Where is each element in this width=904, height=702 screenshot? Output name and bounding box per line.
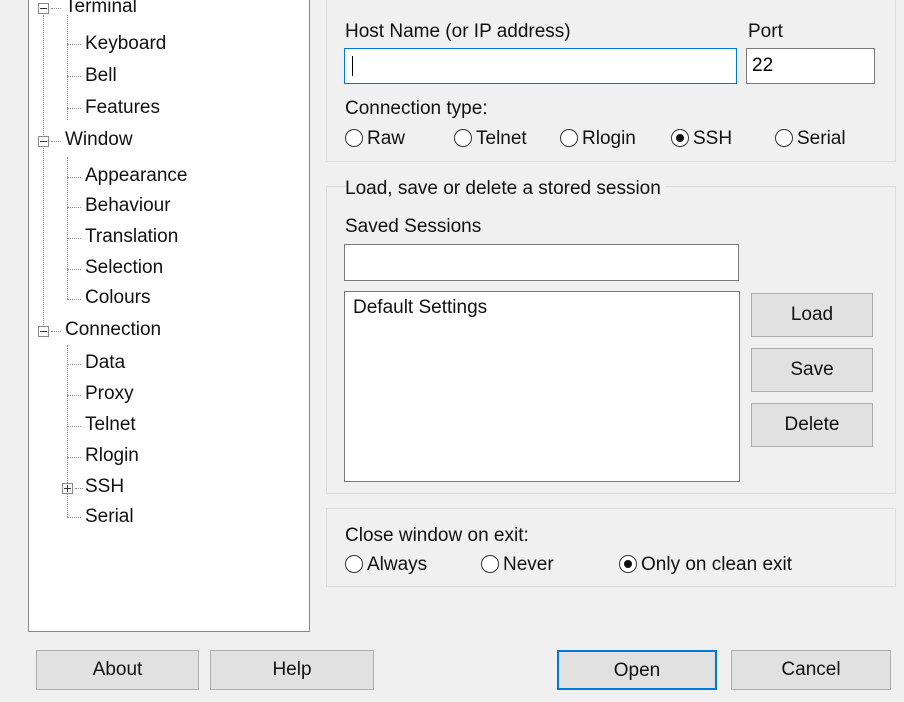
tree-item-behaviour[interactable]: Behaviour (85, 195, 171, 217)
radio-icon (345, 129, 363, 147)
tree-item-ssh[interactable]: SSH (85, 476, 124, 498)
tree-item-appearance[interactable]: Appearance (85, 165, 187, 187)
radio-icon (481, 555, 499, 573)
tree-item-keyboard[interactable]: Keyboard (85, 33, 166, 55)
radio-icon (775, 129, 793, 147)
tree-item-translation[interactable]: Translation (85, 226, 178, 248)
about-button[interactable]: About (36, 650, 199, 690)
load-button[interactable]: Load (751, 293, 873, 337)
tree-guide-root (43, 15, 44, 337)
radio-icon (454, 129, 472, 147)
saved-sessions-label: Saved Sessions (345, 216, 482, 237)
list-item[interactable]: Default Settings (345, 292, 739, 324)
tree-connector (67, 108, 81, 109)
tree-item-data[interactable]: Data (85, 352, 125, 374)
close-only-clean-label: Only on clean exit (641, 554, 793, 575)
collapse-icon[interactable] (38, 136, 49, 147)
close-always-label: Always (367, 554, 428, 575)
radio-checked-icon (619, 555, 637, 573)
tree-connector (67, 457, 81, 458)
tree-connector (67, 395, 81, 396)
tree-item-connection[interactable]: Connection (65, 319, 161, 341)
tree-connector (67, 426, 81, 427)
tree-connector (67, 207, 81, 208)
tree-item-serial[interactable]: Serial (85, 506, 134, 528)
saved-sessions-input[interactable] (344, 244, 739, 281)
tree-item-window[interactable]: Window (65, 129, 133, 151)
tree-connector (67, 177, 81, 178)
cancel-button[interactable]: Cancel (731, 650, 891, 690)
conn-type-telnet-label: Telnet (476, 128, 527, 149)
sessions-group-label: Load, save or delete a stored session (345, 178, 665, 200)
delete-button[interactable]: Delete (751, 403, 873, 447)
close-never-label: Never (503, 554, 554, 575)
conn-type-rlogin-label: Rlogin (582, 128, 636, 149)
collapse-icon[interactable] (38, 3, 49, 14)
tree-item-rlogin[interactable]: Rlogin (85, 445, 139, 467)
tree-item-colours[interactable]: Colours (85, 287, 150, 309)
close-on-exit-label: Close window on exit: (345, 525, 529, 546)
text-caret (352, 56, 353, 76)
sessions-list[interactable]: Default Settings (344, 291, 740, 482)
tree-connector (51, 141, 61, 142)
collapse-icon[interactable] (38, 326, 49, 337)
port-input[interactable] (746, 48, 875, 84)
help-button[interactable]: Help (210, 650, 374, 690)
radio-icon (345, 555, 363, 573)
connection-type-label: Connection type: (345, 98, 488, 119)
radio-icon (560, 129, 578, 147)
conn-type-serial-label: Serial (797, 128, 846, 149)
tree-item-telnet[interactable]: Telnet (85, 414, 136, 436)
tree-connector (67, 299, 81, 300)
expand-icon[interactable] (62, 483, 73, 494)
tree-connector (67, 44, 81, 45)
port-label: Port (748, 21, 783, 42)
host-name-label: Host Name (or IP address) (345, 21, 571, 42)
tree-connector (67, 364, 81, 365)
host-name-input[interactable] (344, 48, 737, 84)
radio-checked-icon (671, 129, 689, 147)
tree-item-selection[interactable]: Selection (85, 257, 163, 279)
tree-item-proxy[interactable]: Proxy (85, 383, 134, 405)
tree-connector (67, 238, 81, 239)
save-button[interactable]: Save (751, 348, 873, 392)
tree-connector (75, 488, 83, 489)
tree-item-bell[interactable]: Bell (85, 65, 117, 87)
conn-type-ssh-label: SSH (693, 128, 733, 149)
tree-connector (67, 76, 81, 77)
tree-connector (51, 331, 61, 332)
tree-item-features[interactable]: Features (85, 97, 160, 119)
tree-item-terminal[interactable]: Terminal (65, 0, 137, 18)
tree-guide-window (67, 157, 68, 299)
open-button[interactable]: Open (557, 650, 717, 690)
tree-guide-terminal (67, 15, 68, 120)
tree-connector (67, 517, 81, 518)
conn-type-raw-label: Raw (367, 128, 406, 149)
tree-connector (51, 8, 61, 9)
category-tree[interactable]: Terminal Keyboard Bell Features Window A… (28, 0, 310, 632)
tree-connector (67, 269, 81, 270)
